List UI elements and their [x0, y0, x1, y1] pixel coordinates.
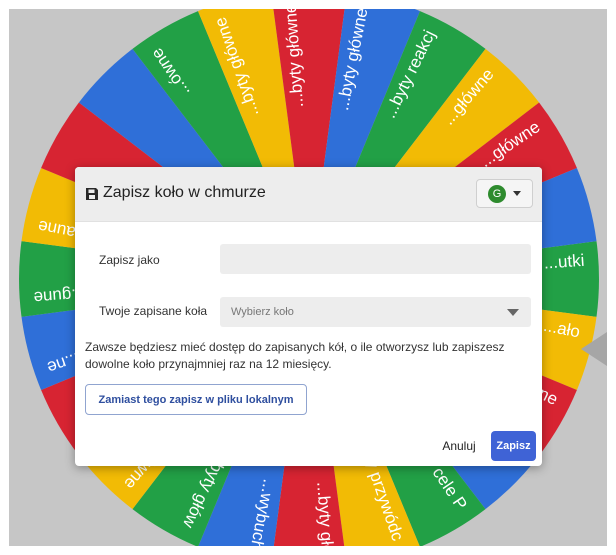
save-as-label: Zapisz jako — [99, 253, 160, 267]
saved-wheels-select[interactable]: Wybierz koło — [220, 297, 531, 327]
caret-down-icon — [507, 309, 519, 316]
avatar: G — [488, 185, 506, 203]
account-menu-button[interactable]: G — [476, 179, 533, 208]
cancel-button[interactable]: Anuluj — [434, 435, 484, 457]
save-as-input[interactable] — [220, 244, 531, 274]
save-button[interactable]: Zapisz — [491, 431, 536, 461]
wheel-stage: ...ówne ...byty główne ...byty główne ...by… — [9, 9, 607, 546]
dialog-header: Zapisz koło w chmurze G — [75, 167, 542, 222]
floppy-disk-icon — [85, 187, 99, 201]
save-local-file-button[interactable]: Zamiast tego zapisz w pliku lokalnym — [85, 384, 307, 415]
info-text: Zawsze będziesz mieć dostęp do zapisanyc… — [85, 340, 505, 371]
dialog-title: Zapisz koło w chmurze — [103, 184, 266, 201]
save-to-cloud-dialog: Zapisz koło w chmurze G Zapisz jako Twoj… — [75, 167, 542, 466]
wheel-segment-label: ...utki — [543, 251, 585, 273]
caret-down-icon — [513, 191, 521, 196]
select-placeholder: Wybierz koło — [231, 306, 294, 318]
saved-wheels-label: Twoje zapisane koła — [99, 304, 208, 318]
